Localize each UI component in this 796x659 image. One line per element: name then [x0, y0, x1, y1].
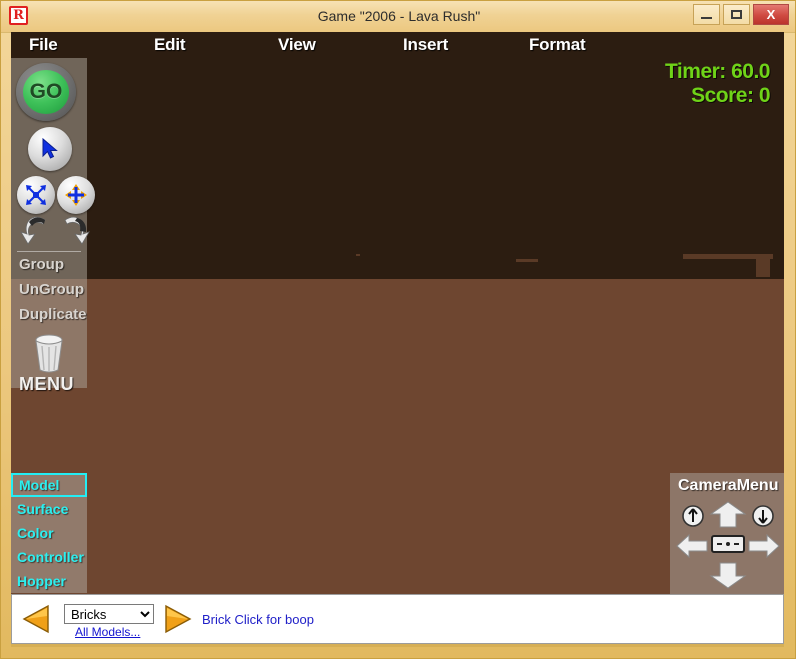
roblox-r-icon: R	[9, 6, 28, 25]
move-tool-icon	[65, 184, 87, 206]
duplicate-button[interactable]: Duplicate	[19, 306, 87, 323]
close-button[interactable]: X	[753, 4, 789, 25]
menu-item-view[interactable]: View	[278, 35, 316, 55]
select-tool-button[interactable]	[28, 127, 72, 171]
camera-move-forward-button[interactable]	[709, 501, 747, 529]
camera-center-icon	[711, 535, 745, 553]
trash-can-icon	[35, 334, 63, 373]
previous-triangle-icon	[22, 604, 49, 634]
category-item-controller[interactable]: Controller	[11, 545, 87, 569]
game-hud: Timer: 60.0 Score: 0	[664, 60, 771, 108]
undo-button[interactable]	[19, 214, 53, 248]
resize-tool-button[interactable]	[17, 176, 55, 214]
menu-button[interactable]: MENU	[19, 374, 74, 395]
go-button-label: GO	[23, 70, 69, 114]
category-item-model[interactable]: Model	[11, 473, 87, 497]
category-item-hopper[interactable]: Hopper	[11, 569, 87, 593]
redo-arrow-icon	[64, 216, 90, 245]
camera-down-arrow-icon	[709, 562, 747, 589]
app-logo-letter: R	[13, 8, 24, 23]
title-bar: R Game "2006 - Lava Rush" X	[1, 1, 795, 33]
previous-model-button[interactable]	[20, 602, 54, 636]
camera-move-back-button[interactable]	[709, 561, 747, 589]
category-item-surface[interactable]: Surface	[11, 497, 87, 521]
next-triangle-icon	[165, 604, 192, 634]
category-menu: Model Surface Color Controller Hopper	[11, 473, 87, 593]
camera-center-button[interactable]	[711, 535, 745, 553]
menu-item-format[interactable]: Format	[529, 35, 586, 55]
camera-tilt-up-button[interactable]	[682, 505, 704, 527]
menu-item-insert[interactable]: Insert	[403, 35, 448, 55]
move-tool-button[interactable]	[57, 176, 95, 214]
menu-bar: File Edit View Insert Format	[11, 32, 784, 58]
all-models-link[interactable]: All Models...	[75, 625, 140, 639]
model-category-select[interactable]: Bricks	[64, 604, 154, 624]
menu-item-file[interactable]: File	[29, 35, 58, 55]
camera-up-arrow-icon	[709, 501, 747, 528]
camera-tilt-up-icon	[682, 505, 704, 527]
status-hint-text: Brick Click for boop	[202, 612, 314, 627]
cursor-arrow-icon	[42, 137, 58, 159]
ungroup-button[interactable]: UnGroup	[19, 281, 84, 298]
undo-arrow-icon	[20, 216, 46, 245]
menu-item-edit[interactable]: Edit	[154, 35, 186, 55]
game-viewport[interactable]	[11, 32, 784, 594]
viewport-brick	[356, 254, 360, 256]
close-icon: X	[766, 7, 776, 22]
viewport-ground	[11, 279, 784, 594]
category-item-color[interactable]: Color	[11, 521, 87, 545]
tool-panel: GO Group UnGroup Duplicate MENU	[11, 58, 95, 394]
viewport-brick	[516, 259, 538, 262]
window-title: Game "2006 - Lava Rush"	[317, 8, 481, 24]
go-button[interactable]: GO	[16, 63, 76, 121]
bottom-bar-shadow	[11, 644, 784, 647]
group-button[interactable]: Group	[19, 256, 64, 273]
tool-divider	[17, 251, 81, 252]
hud-score: Score: 0	[691, 84, 770, 107]
camera-tilt-down-button[interactable]	[752, 505, 774, 527]
hud-timer: Timer: 60.0	[664, 60, 771, 83]
resize-tool-icon	[26, 185, 46, 205]
camera-menu-title: CameraMenu	[678, 477, 779, 494]
application-window: R Game "2006 - Lava Rush" X File Edit View…	[0, 0, 796, 659]
camera-turn-right-button[interactable]	[748, 533, 780, 559]
maximize-button[interactable]	[723, 4, 750, 25]
bottom-toolbar: Bricks All Models... Brick Click for boo…	[11, 594, 784, 644]
minimize-button[interactable]	[693, 4, 720, 25]
delete-button[interactable]	[29, 330, 69, 374]
minimize-icon	[701, 16, 712, 19]
viewport-brick	[756, 259, 770, 277]
camera-turn-left-button[interactable]	[676, 533, 708, 559]
camera-right-arrow-icon	[748, 533, 780, 559]
camera-left-arrow-icon	[676, 533, 708, 559]
next-model-button[interactable]	[160, 602, 194, 636]
maximize-icon	[731, 10, 742, 19]
client-area: File Edit View Insert Format Timer: 60.0 Sco…	[11, 32, 784, 594]
camera-menu: CameraMenu	[670, 473, 784, 594]
camera-tilt-down-icon	[752, 505, 774, 527]
redo-button[interactable]	[57, 214, 91, 248]
